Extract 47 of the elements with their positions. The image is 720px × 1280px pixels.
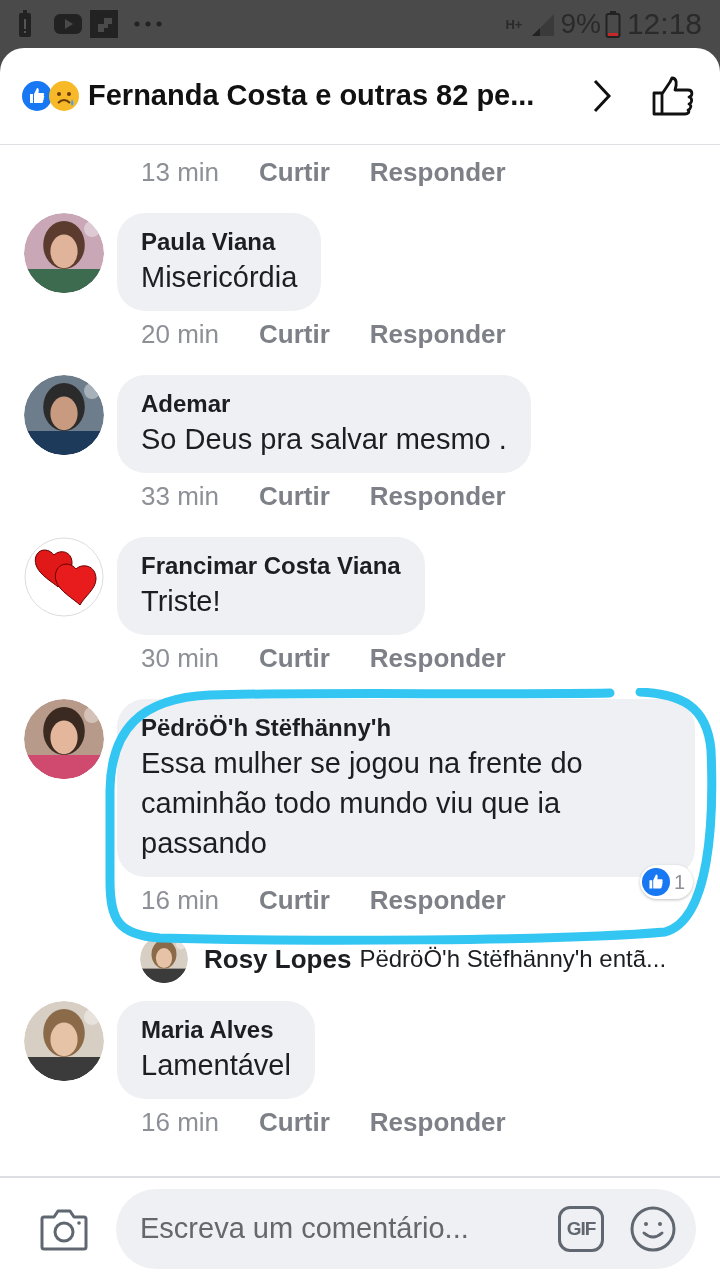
comment-text: Triste! xyxy=(141,584,222,619)
like-link[interactable]: Curtir xyxy=(259,1102,330,1142)
reply-link[interactable]: Responder xyxy=(369,476,506,516)
comment-text: Misericórdia xyxy=(141,260,298,295)
comment-time: 13 min xyxy=(141,155,220,189)
hearts-icon xyxy=(24,537,104,617)
like-link[interactable]: Curtir xyxy=(259,880,330,920)
comment-input[interactable]: Escreva um comentário... GIF xyxy=(116,1189,696,1269)
comment-text: So Deus pra salvar mesmo . xyxy=(141,422,507,457)
comment-text: Lamentável xyxy=(141,1048,291,1083)
reaction-count: 1 xyxy=(673,870,685,895)
commenter-name: Francimar Costa Viana xyxy=(141,551,401,581)
like-link[interactable]: Curtir xyxy=(259,476,330,516)
app-icon xyxy=(90,10,118,38)
reply-preview-text: PëdröÖ'h Stëfhänny'h entã... xyxy=(359,944,667,974)
comment-text: Essa mulher se jogou na frente do caminhão todo mundo viu que ia passando xyxy=(141,746,584,861)
commenter-name: Ademar xyxy=(141,389,232,419)
thumbs-up-icon[interactable] xyxy=(652,76,694,116)
more-icon xyxy=(134,21,162,27)
post-reactions-title: Fernanda Costa e outras 82 pe... xyxy=(88,78,535,114)
comment-time: 16 min xyxy=(141,1105,220,1139)
comment-time: 33 min xyxy=(141,479,220,513)
reply-link[interactable]: Responder xyxy=(369,638,506,678)
reply-link[interactable]: Responder xyxy=(369,152,506,192)
sad-reaction-icon xyxy=(48,80,80,112)
like-link[interactable]: Curtir xyxy=(259,638,330,678)
battery-icon xyxy=(604,10,621,38)
commenter-name: PëdröÖ'h Stëfhänny'h xyxy=(141,713,393,743)
emoji-icon[interactable] xyxy=(630,1206,676,1252)
commenter-name: Paula Viana xyxy=(141,227,277,257)
comment-time: 20 min xyxy=(141,317,220,351)
like-link[interactable]: Curtir xyxy=(259,314,330,354)
chevron-right-icon[interactable] xyxy=(592,78,612,114)
comment-time: 30 min xyxy=(141,641,220,675)
reply-link[interactable]: Responder xyxy=(369,1102,506,1142)
reply-link[interactable]: Responder xyxy=(369,880,506,920)
comment-time: 16 min xyxy=(141,883,220,917)
reply-author: Rosy Lopes xyxy=(204,942,352,976)
gif-button[interactable]: GIF xyxy=(558,1206,604,1252)
signal-icon xyxy=(530,12,555,36)
commenter-name: Maria Alves xyxy=(141,1015,275,1045)
camera-icon[interactable] xyxy=(40,1207,88,1251)
like-link[interactable]: Curtir xyxy=(259,152,330,192)
reply-link[interactable]: Responder xyxy=(369,314,506,354)
video-icon xyxy=(54,14,82,34)
battery-alert-icon xyxy=(18,10,32,38)
like-reaction-icon xyxy=(22,81,52,111)
